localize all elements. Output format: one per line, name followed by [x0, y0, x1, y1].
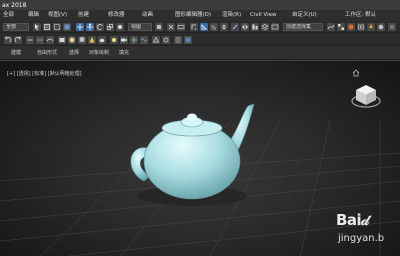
- select-manipulate-icon[interactable]: [167, 23, 175, 31]
- rect-region-icon[interactable]: [53, 23, 61, 31]
- modeling-ribbon: 建模 自由形式 选择 对象绘制 填充: [0, 46, 400, 60]
- menu-item-view[interactable]: 视图(V): [48, 10, 67, 21]
- schematic-view-icon[interactable]: [337, 23, 345, 31]
- ribbon-tab-object-paint[interactable]: 对象绘制: [86, 49, 112, 57]
- select-by-name-icon[interactable]: [43, 23, 51, 31]
- unlink-icon[interactable]: [36, 36, 44, 44]
- link-icon[interactable]: [26, 36, 34, 44]
- menu-item-graph-editors[interactable]: 图形编辑器(D): [175, 10, 211, 21]
- cylinder-icon[interactable]: [78, 36, 86, 44]
- render-setup-icon[interactable]: [357, 23, 365, 31]
- mirror-icon[interactable]: [241, 23, 249, 31]
- menu-item-all[interactable]: 全部: [3, 10, 14, 21]
- title-bar: ax 2018: [0, 0, 400, 10]
- watermark-logo: Bai𝒹: [336, 211, 369, 229]
- place-icon[interactable]: [116, 23, 124, 31]
- layer-explorer-icon[interactable]: [261, 23, 269, 31]
- edit-named-selection-icon[interactable]: [231, 23, 239, 31]
- keyboard-shortcut-icon[interactable]: [177, 23, 185, 31]
- scale-icon[interactable]: [106, 23, 114, 31]
- angle-snap-icon[interactable]: [200, 23, 208, 31]
- ribbon-tab-selection[interactable]: 选择: [66, 49, 82, 57]
- render-production-icon[interactable]: [377, 23, 385, 31]
- home-icon[interactable]: [352, 69, 360, 77]
- baidu-watermark: Bai𝒹 jingyan.b: [336, 211, 400, 256]
- layer-manager-icon[interactable]: [184, 36, 192, 44]
- bind-space-warp-icon[interactable]: [46, 36, 54, 44]
- snap-toggle-icon[interactable]: 3: [190, 23, 198, 31]
- window-title: ax 2018: [2, 1, 27, 9]
- render-frame-icon[interactable]: [367, 23, 375, 31]
- camera-icon[interactable]: [120, 36, 128, 44]
- ribbon-tab-populate[interactable]: 填充: [116, 49, 132, 57]
- undo-icon[interactable]: [4, 36, 12, 44]
- teapot-model[interactable]: [120, 86, 270, 216]
- pivot-center-icon[interactable]: [155, 23, 163, 31]
- selection-filter-dropdown[interactable]: 全部: [3, 23, 29, 31]
- window-crossing-icon[interactable]: [63, 23, 71, 31]
- ribbon-tab-freeform[interactable]: 自由形式: [34, 49, 60, 57]
- secondary-toolbar: [0, 33, 400, 46]
- scene-explorer-icon[interactable]: [174, 36, 182, 44]
- teapot-icon[interactable]: [98, 36, 106, 44]
- menu-item-customize[interactable]: 自定义(U): [292, 10, 317, 21]
- menu-item-civil-view[interactable]: Civil View: [250, 10, 276, 21]
- named-selection-dropdown[interactable]: 创建选择集: [283, 23, 323, 31]
- viewcube-icon[interactable]: [350, 81, 382, 111]
- viewport-label[interactable]: [+] [透视] [标准] [默认明暗处理]: [7, 70, 82, 77]
- menu-item-edit[interactable]: 编辑: [28, 10, 39, 21]
- redo-icon[interactable]: [14, 36, 22, 44]
- perspective-viewport[interactable]: [+] [透视] [标准] [默认明暗处理] Bai𝒹 jingyan.b: [0, 60, 400, 256]
- percent-snap-icon[interactable]: %: [210, 23, 218, 31]
- box-icon[interactable]: [58, 36, 66, 44]
- sphere-icon[interactable]: [68, 36, 76, 44]
- systems-icon[interactable]: [162, 36, 170, 44]
- material-editor-icon[interactable]: [347, 23, 355, 31]
- menu-item-rendering[interactable]: 渲染(R): [222, 10, 241, 21]
- toggle-ribbon-icon[interactable]: [271, 23, 279, 31]
- main-toolbar: 全部 视图 3 % 创建选择集: [0, 21, 400, 33]
- menu-item-animation[interactable]: 动画: [142, 10, 153, 21]
- menu-item-create[interactable]: 创建: [78, 10, 89, 21]
- render-iterative-icon[interactable]: [388, 23, 396, 31]
- curve-editor-icon[interactable]: [327, 23, 335, 31]
- align-icon[interactable]: [251, 23, 259, 31]
- rotate-icon[interactable]: [96, 23, 104, 31]
- menu-bar: 全部 编辑 视图(V) 创建 修改器 动画 图形编辑器(D) 渲染(R) Civ…: [0, 10, 400, 21]
- menu-item-modifiers[interactable]: 修改器: [108, 10, 125, 21]
- svg-text:%: %: [211, 26, 216, 32]
- workspace-selector[interactable]: 工作区: 默认: [345, 10, 376, 21]
- shapes-icon[interactable]: [152, 36, 160, 44]
- space-warp-icon[interactable]: [140, 36, 148, 44]
- svg-text:3: 3: [195, 27, 197, 31]
- move-icon[interactable]: [76, 23, 84, 31]
- watermark-site: jingyan.b: [338, 233, 385, 244]
- spinner-snap-icon[interactable]: [220, 23, 228, 31]
- ribbon-tab-modeling[interactable]: 建模: [8, 49, 24, 57]
- move-tool-icon[interactable]: [86, 23, 94, 31]
- helper-icon[interactable]: [130, 36, 138, 44]
- light-icon[interactable]: [110, 36, 118, 44]
- select-object-icon[interactable]: [33, 23, 41, 31]
- reference-coord-dropdown[interactable]: 视图: [128, 23, 152, 31]
- cone-icon[interactable]: [88, 36, 96, 44]
